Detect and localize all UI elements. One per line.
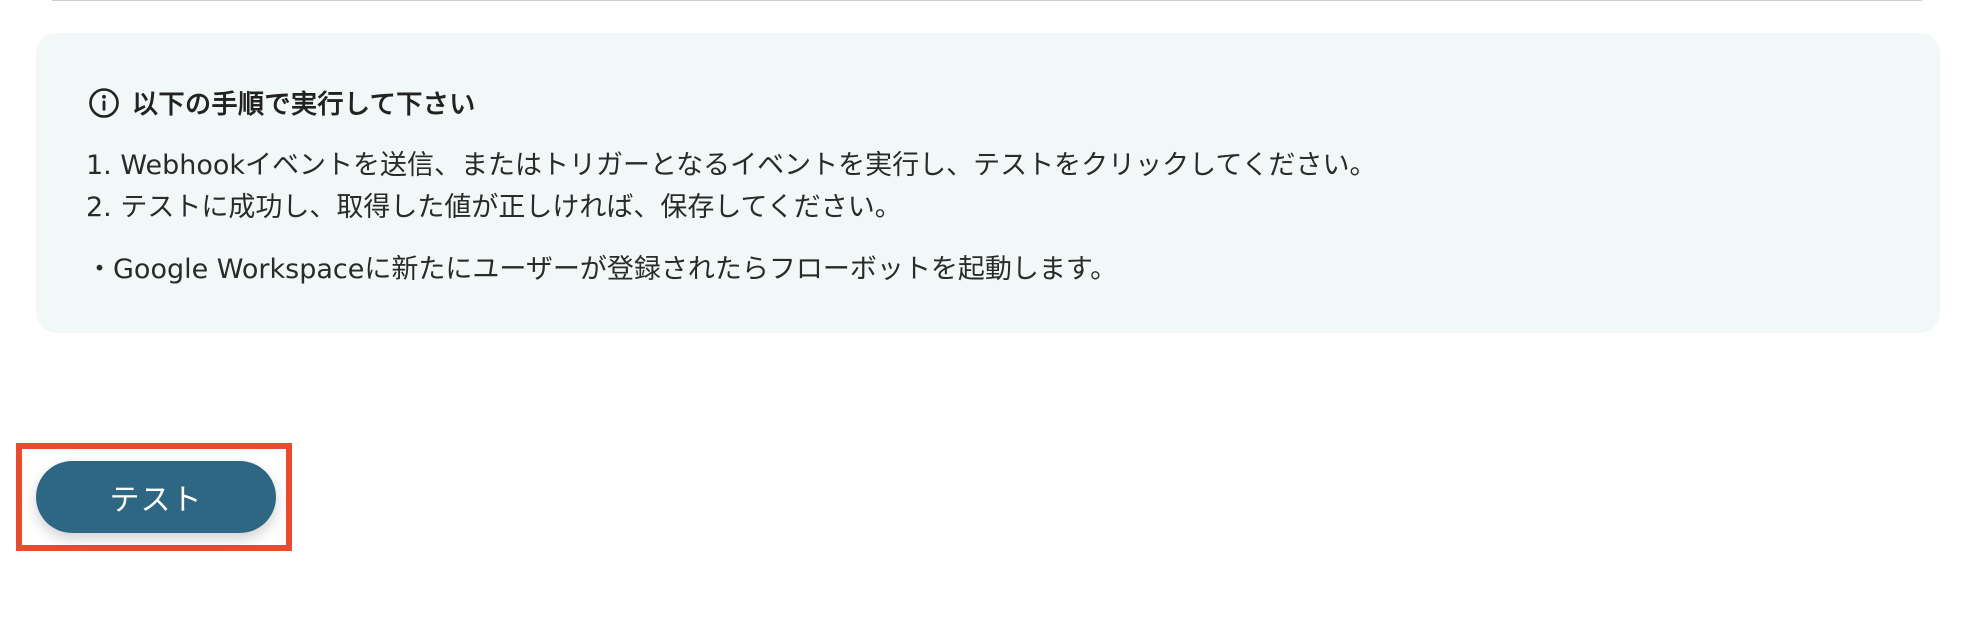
instructions-header: 以下の手順で実行して下さい (88, 84, 476, 121)
page: 以下の手順で実行して下さい 1. Webhookイベントを送信、またはトリガーと… (0, 0, 1974, 626)
instruction-step-2: 2. テストに成功し、取得した値が正しければ、保存してください。 (86, 192, 902, 223)
instructions-panel: 以下の手順で実行して下さい 1. Webhookイベントを送信、またはトリガーと… (36, 33, 1940, 333)
trigger-description: ・Google Workspaceに新たにユーザーが登録されたらフローボットを起… (86, 254, 1118, 285)
test-button[interactable]: テスト (36, 461, 276, 533)
top-divider (52, 0, 1922, 1)
instructions-title: 以下の手順で実行して下さい (132, 90, 476, 120)
instruction-step-1: 1. Webhookイベントを送信、またはトリガーとなるイベントを実行し、テスト… (86, 150, 1377, 181)
info-circle-icon (89, 87, 119, 118)
